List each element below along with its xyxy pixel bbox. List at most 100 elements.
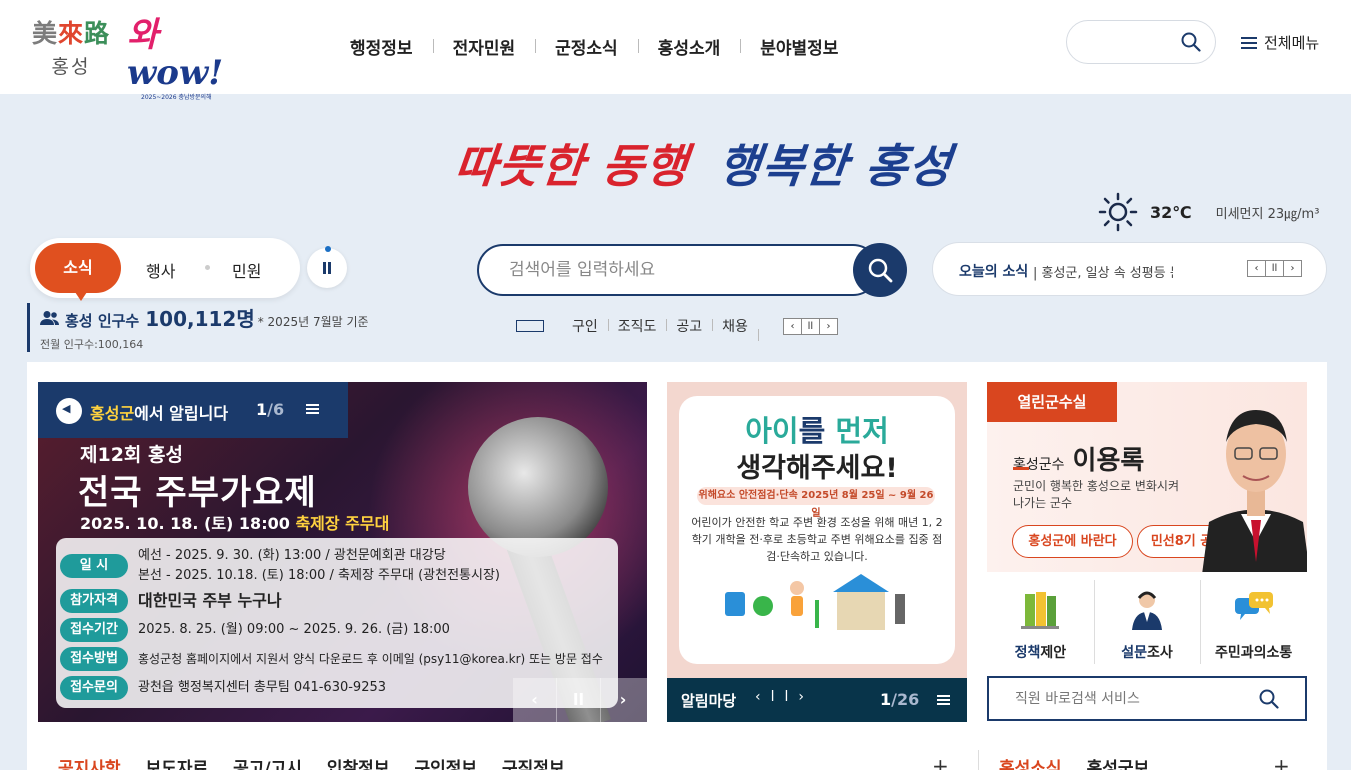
banner-row-tag: 접수방법 <box>60 647 128 671</box>
search-icon <box>868 258 893 283</box>
hamburger-icon <box>1241 36 1257 49</box>
wow-sub: 2025~2026 충남방문의해 <box>141 94 212 101</box>
population-value: 100,112명 <box>145 307 255 331</box>
tab-events[interactable]: 행사 <box>146 258 175 282</box>
main-search-input[interactable] <box>509 246 839 294</box>
temperature: 32℃ <box>1150 202 1192 222</box>
main-search <box>477 244 879 296</box>
staff-search <box>987 676 1307 721</box>
pause-icon[interactable]: ll <box>800 317 820 335</box>
tab-hongseong-news[interactable]: 홍성소식 <box>999 754 1062 770</box>
chevron-left-icon[interactable]: ‹ <box>782 317 802 335</box>
nav-admin-info[interactable]: 행정정보 <box>330 34 433 59</box>
pause-button[interactable] <box>307 246 347 288</box>
quick-label-rest: 주민과의소통 <box>1215 645 1293 661</box>
banner-row: 접수기간 2025. 8. 25. (월) 09:00 ~ 2025. 9. 2… <box>60 618 450 642</box>
logo-char-3: 路 <box>84 19 111 48</box>
quick-label-rest: 조사 <box>1147 645 1173 661</box>
tab-news[interactable]: 소식 <box>35 243 121 301</box>
staff-search-input[interactable] <box>1015 678 1265 719</box>
keyword-dropdown-icon[interactable] <box>516 320 544 332</box>
banner-row-value: 대한민국 주부 누구나 <box>138 591 282 610</box>
banner-row: 접수방법 홍성군청 홈페이지에서 지원서 양식 다운로드 후 이메일 (psy1… <box>60 647 603 671</box>
chevron-left-icon[interactable]: ‹ <box>755 689 771 705</box>
pause-icon[interactable]: ll <box>771 689 799 705</box>
tab-job-offers[interactable]: 구인정보 <box>414 754 477 770</box>
quick-policy-proposal[interactable]: 정책제안 <box>987 580 1094 664</box>
quick-communication[interactable]: 주민과의소통 <box>1200 580 1307 664</box>
search-icon[interactable] <box>1259 689 1279 709</box>
mayor-badge[interactable]: 열린군수실 <box>987 382 1117 422</box>
main-search-button[interactable] <box>853 243 907 297</box>
chevron-right-icon[interactable]: › <box>601 678 645 722</box>
population-prev: 전월 인구수:100,164 <box>40 338 144 351</box>
microphone-image <box>468 417 608 557</box>
chevron-left-icon[interactable]: ‹ <box>513 678 557 722</box>
search-icon <box>1181 32 1201 52</box>
banner-line3-date: 2025. 10. 18. (토) 18:00 <box>80 514 296 533</box>
site-logo[interactable]: 美來路 홍성 <box>26 14 116 79</box>
tab-civil[interactable]: 민원 <box>232 258 261 282</box>
list-icon[interactable] <box>306 404 319 414</box>
banner-row-value: 예선 - 2025. 9. 30. (화) 13:00 / 광천문예회관 대강당 <box>138 548 446 563</box>
chevron-right-icon[interactable]: › <box>1283 260 1302 277</box>
keyword-item[interactable]: 채용 <box>712 316 758 336</box>
plus-icon[interactable]: + <box>1273 754 1290 770</box>
nav-by-field[interactable]: 분야별정보 <box>740 34 858 59</box>
header-search-button[interactable] <box>1066 20 1216 64</box>
quick-label-bold: 정책 <box>1014 645 1041 661</box>
banner-count-current: 1 <box>256 400 268 419</box>
pause-icon[interactable]: ll <box>557 678 601 722</box>
tab-announcements[interactable]: 공고/고시 <box>233 754 302 770</box>
tab-job-seekers[interactable]: 구직정보 <box>502 754 565 770</box>
population-label: 홍성 인구수 <box>65 312 140 330</box>
banner-row-tag: 접수기간 <box>60 618 128 642</box>
quick-label-rest: 제안 <box>1040 645 1067 661</box>
notice-board: 아이를 먼저 생각해주세요! 위해요소 안전점검·단속 2025년 8월 25일… <box>667 382 967 722</box>
tab-bids[interactable]: 입찰정보 <box>327 754 390 770</box>
banner-count-total: /6 <box>267 400 285 419</box>
today-news-text[interactable]: | 홍성군, 일상 속 성평등 문... <box>1033 262 1173 281</box>
quick-survey[interactable]: 설문조사 <box>1093 580 1201 664</box>
tab-press[interactable]: 보도자료 <box>146 754 209 770</box>
wow-logo[interactable]: 와wow! 2025~2026 충남방문의해 <box>127 16 239 101</box>
keyword-item[interactable]: 공고 <box>666 316 712 336</box>
keyword-item[interactable]: 조직도 <box>607 316 667 336</box>
all-menu-button[interactable]: 전체메뉴 <box>1241 32 1319 53</box>
mayor-title: 홍성군수 <box>1013 457 1065 473</box>
pause-icon[interactable]: ll <box>1265 260 1284 277</box>
banner-row-tag: 일 시 <box>60 554 128 578</box>
notice-footer: 알림마당 ‹ll› 1/26 <box>667 678 967 722</box>
wish-button[interactable]: 홍성군에 바란다 <box>1012 525 1133 558</box>
slogan: 따뜻한 동행 행복한 홍성 <box>452 130 956 196</box>
banner-row-value: 홍성군청 홈페이지에서 지원서 양식 다운로드 후 이메일 (psy11@kor… <box>138 652 603 666</box>
keyword-controls: ‹ ll › <box>782 317 838 335</box>
nav-about[interactable]: 홍성소개 <box>637 34 741 59</box>
keyword-item[interactable]: 구인 <box>562 316 608 336</box>
tab-separator <box>205 265 210 270</box>
notice-description: 어린이가 안전한 학교 주변 환경 조성을 위해 매년 1, 2학기 개학을 전… <box>691 516 943 563</box>
list-icon[interactable] <box>937 695 950 705</box>
tab-notices[interactable]: 공지사항 <box>58 754 121 770</box>
banner-row: 참가자격 대한민국 주부 누구나 <box>60 589 282 613</box>
notice-title-b: 를 <box>798 414 836 448</box>
banner-controls: ‹ ll › <box>513 678 647 722</box>
nav-county-news[interactable]: 군정소식 <box>535 34 638 59</box>
quick-links: 정책제안 설문조사 주민과의소통 <box>987 580 1307 664</box>
chevron-right-icon[interactable]: › <box>818 317 838 335</box>
notice-footer-label[interactable]: 알림마당 <box>681 690 736 711</box>
banner-row: 일 시 예선 - 2025. 9. 30. (화) 13:00 / 광천문예회관… <box>60 546 500 586</box>
popular-keywords: 구인 조직도 공고 채용 ‹ ll › <box>516 316 838 341</box>
notice-period: 위해요소 안전점검·단속 2025년 8월 25일 ~ 9월 26일 <box>697 487 935 519</box>
banner-row-value: 광천읍 행정복지센터 총무팀 041-630-9253 <box>138 680 387 695</box>
fine-dust: 미세먼지 23㎍/m³ <box>1215 206 1320 222</box>
books-icon <box>1021 592 1060 629</box>
nav-e-civil[interactable]: 전자민원 <box>432 34 536 59</box>
tab-county-bulletin[interactable]: 홍성군보 <box>1087 754 1150 770</box>
chevron-left-icon[interactable]: ‹ <box>1247 260 1266 277</box>
progress-dot <box>325 246 331 252</box>
plus-icon[interactable]: + <box>932 754 949 770</box>
all-menu-label: 전체메뉴 <box>1264 34 1320 52</box>
main-nav: 행정정보 전자민원 군정소식 홍성소개 분야별정보 <box>330 34 858 59</box>
chevron-right-icon[interactable]: › <box>798 689 814 705</box>
